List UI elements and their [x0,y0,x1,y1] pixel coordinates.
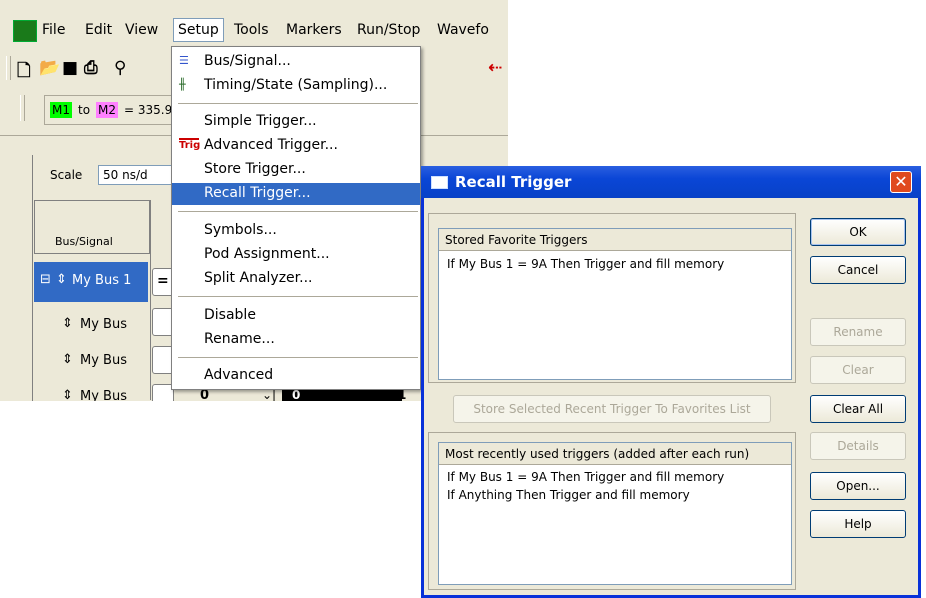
app-logo-icon [13,20,37,42]
menu-separator [178,296,418,297]
scale-input[interactable]: 50 ns/d [98,165,178,185]
menu-item-store-trigger[interactable]: Store Trigger... [172,159,420,181]
bus-row[interactable]: ⇕ My Bus [34,378,148,401]
menu-bar: File Edit View Setup Tools Markers Run/S… [0,14,508,48]
marker-delta-value: = 335.9 [124,103,173,117]
recent-item[interactable]: If My Bus 1 = 9A Then Trigger and fill m… [447,470,724,484]
menu-item-split-analyzer[interactable]: Split Analyzer... [172,268,420,290]
menu-item-symbols[interactable]: Symbols... [172,220,420,242]
menu-item-simple-trigger[interactable]: Simple Trigger... [172,111,420,133]
new-icon[interactable]: 🗋 [17,58,31,87]
bus-row-label: My Bus [80,389,127,401]
advanced-trigger-icon: Trig [179,138,200,156]
dialog-titlebar[interactable]: Recall Trigger ✕ [421,166,921,198]
expand-collapse-icon[interactable]: ⊟ [40,272,51,287]
recent-triggers-list[interactable]: Most recently used triggers (added after… [438,442,792,585]
print-icon[interactable]: ⎙ [84,58,98,78]
clear-button[interactable]: Clear [810,356,906,384]
cancel-button[interactable]: Cancel [810,256,906,284]
menu-item-pod-assignment[interactable]: Pod Assignment... [172,244,420,266]
signal-icon: ⇕ [62,388,73,401]
bus-row-selected[interactable]: ⊟ ⇕ My Bus 1 [34,262,148,302]
recent-header: Most recently used triggers (added after… [439,443,791,465]
marker-m2: M2 [96,102,118,118]
menu-separator [178,211,418,212]
setup-dropdown-menu: ☰ Bus/Signal... ╫ Timing/State (Sampling… [171,46,421,390]
marker-arrow-icon[interactable]: ⇠ [488,58,502,78]
close-icon[interactable]: ✕ [890,171,912,193]
favorites-list[interactable]: Stored Favorite Triggers If My Bus 1 = 9… [438,228,792,380]
scale-label: Scale [50,168,83,182]
help-button[interactable]: Help [810,510,906,538]
bus-row-label: My Bus 1 [72,273,132,288]
dialog-title: Recall Trigger [455,173,572,191]
signal-icon: ⇕ [62,316,73,331]
window-icon [431,176,448,189]
menu-item-recall-trigger[interactable]: Recall Trigger... [172,183,420,205]
clear-all-button[interactable]: Clear All [810,395,906,423]
menu-item-advanced[interactable]: Advanced [172,365,420,387]
menu-waveform[interactable]: Wavefo [437,22,489,38]
favorites-header: Stored Favorite Triggers [439,229,791,251]
bus-signal-header-label: Bus/Signal [55,235,113,248]
menu-edit[interactable]: Edit [85,22,112,38]
menu-item-disable[interactable]: Disable [172,305,420,327]
favorite-item[interactable]: If My Bus 1 = 9A Then Trigger and fill m… [447,257,724,271]
bus-row-label: My Bus [80,317,127,332]
menu-item-bus-signal[interactable]: ☰ Bus/Signal... [172,51,420,73]
menu-item-rename[interactable]: Rename... [172,329,420,351]
open-button[interactable]: Open... [810,472,906,500]
bus-row[interactable]: ⇕ My Bus [34,342,148,378]
menu-setup[interactable]: Setup [173,18,224,42]
timing-icon: ╫ [179,78,186,91]
rename-button[interactable]: Rename [810,318,906,346]
bus-row[interactable]: ⇕ My Bus [34,306,148,342]
menu-run-stop[interactable]: Run/Stop [357,22,420,38]
menu-markers[interactable]: Markers [286,22,342,38]
menu-file[interactable]: File [42,22,65,38]
menu-tools[interactable]: Tools [234,22,269,38]
bus-signal-icon: ☰ [179,54,189,67]
find-icon[interactable]: ⚲ [114,58,126,78]
recent-item[interactable]: If Anything Then Trigger and fill memory [447,488,690,502]
menu-item-advanced-trigger[interactable]: Trig Advanced Trigger... [172,135,420,157]
menu-separator [178,103,418,104]
marker-to-label: to [78,103,91,117]
markerbar-grip[interactable] [20,95,25,121]
menu-view[interactable]: View [125,22,158,38]
save-icon[interactable]: ■ [62,58,78,78]
menu-separator [178,357,418,358]
ok-button[interactable]: OK [810,218,906,246]
toolbar-grip[interactable] [6,56,11,80]
bus-signal-header: Bus/Signal [34,200,150,254]
details-button[interactable]: Details [810,432,906,460]
open-icon[interactable]: 📂 [39,58,60,78]
bus-icon: ⇕ [56,272,67,287]
marker-m1: M1 [50,102,72,118]
bus-row-label: My Bus [80,353,127,368]
store-selected-button[interactable]: Store Selected Recent Trigger To Favorit… [453,395,771,423]
signal-icon: ⇕ [62,352,73,367]
menu-item-timing-state[interactable]: ╫ Timing/State (Sampling)... [172,75,420,97]
